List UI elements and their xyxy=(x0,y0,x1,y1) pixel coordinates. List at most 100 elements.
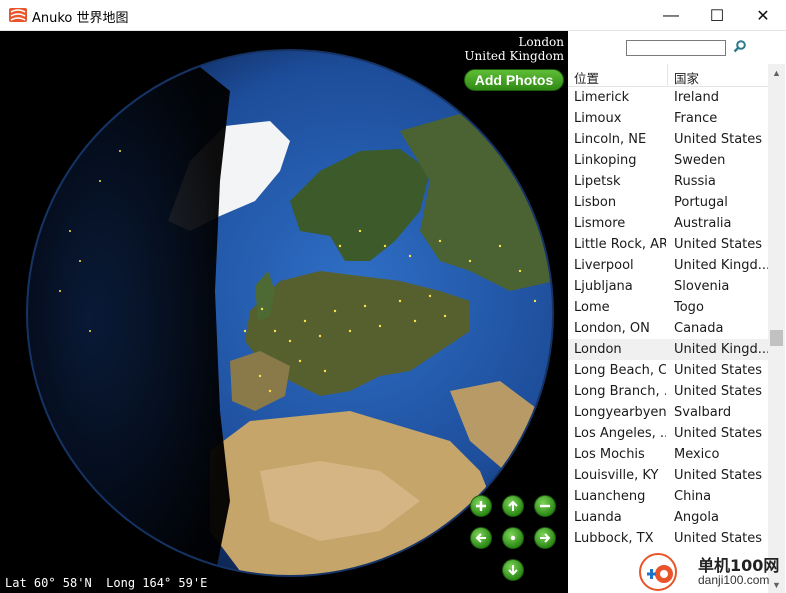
zoom-out-button[interactable] xyxy=(534,495,556,517)
list-item-location: Limoux xyxy=(574,111,622,126)
list-item[interactable]: Limerick Ireland xyxy=(568,87,768,108)
watermark: 单机100网 danji100.com xyxy=(636,550,786,593)
list-item-country: Togo xyxy=(674,300,704,315)
list-item[interactable]: London, ON Canada xyxy=(568,318,768,339)
list-item[interactable]: Long Beach, CA United States xyxy=(568,360,768,381)
pan-left-button[interactable] xyxy=(470,527,492,549)
list-item-location: Lincoln, NE xyxy=(574,132,647,147)
list-item-country: United States xyxy=(674,363,763,378)
list-item-location: Lisbon xyxy=(574,195,617,210)
list-item-location: Lismore xyxy=(574,216,626,231)
list-scrollbar[interactable]: ▲ ▼ xyxy=(768,64,785,593)
zoom-in-icon xyxy=(476,501,486,511)
list-item[interactable]: Lisbon Portugal xyxy=(568,192,768,213)
watermark-line2: danji100.com xyxy=(698,573,770,587)
location-city: London xyxy=(518,35,564,49)
minimize-icon: — xyxy=(663,6,679,24)
globe-view[interactable]: London United Kingdom Add Photos Lat 60°… xyxy=(0,31,568,593)
maximize-button[interactable]: ☐ xyxy=(694,0,740,31)
minimize-button[interactable]: — xyxy=(648,0,694,31)
list-item-country: United States xyxy=(674,384,763,399)
list-item-country: Russia xyxy=(674,174,716,189)
list-item[interactable]: Lismore Australia xyxy=(568,213,768,234)
city-list-panel: 位置 国家 Limerick Ireland Limoux France Lincoln… xyxy=(568,31,786,593)
list-item[interactable]: Long Branch, ... United States xyxy=(568,381,768,402)
list-item[interactable]: Lubbock, TX United States xyxy=(568,528,768,549)
list-item-location: Lome xyxy=(574,300,610,315)
column-header-location[interactable]: 位置 xyxy=(574,68,599,87)
list-item-location: Limerick xyxy=(574,90,630,105)
close-button[interactable]: ✕ xyxy=(740,0,786,31)
list-item-location: Liverpool xyxy=(574,258,634,273)
list-item-country: Sweden xyxy=(674,153,726,168)
list-item[interactable]: Longyearbyen Svalbard xyxy=(568,402,768,423)
list-item[interactable]: Little Rock, AR United States xyxy=(568,234,768,255)
list-item-location: Luanda xyxy=(574,510,622,525)
list-item-country: United States xyxy=(674,531,763,546)
pan-down-button[interactable] xyxy=(502,559,524,581)
scroll-thumb[interactable] xyxy=(770,330,783,347)
list-item[interactable]: Liverpool United Kingd... xyxy=(568,255,768,276)
city-list[interactable]: Limerick Ireland Limoux France Lincoln, NE Un… xyxy=(568,87,768,593)
list-item-location: Luancheng xyxy=(574,489,646,504)
list-item-country: United States xyxy=(674,237,763,252)
search-input[interactable] xyxy=(626,40,726,56)
list-item-location: London, ON xyxy=(574,321,650,336)
list-item-location: Linkoping xyxy=(574,153,637,168)
list-item-location: Longyearbyen xyxy=(574,405,666,420)
zoom-in-button[interactable] xyxy=(470,495,492,517)
location-country: United Kingdom xyxy=(464,49,564,63)
list-item[interactable]: Lipetsk Russia xyxy=(568,171,768,192)
list-item-location: Louisville, KY xyxy=(574,468,659,483)
list-item-country: United Kingd... xyxy=(674,342,768,357)
maximize-icon: ☐ xyxy=(709,7,725,25)
scroll-up-icon[interactable]: ▲ xyxy=(768,64,785,81)
center-button[interactable] xyxy=(502,527,524,549)
list-item-country: Portugal xyxy=(674,195,728,210)
list-item[interactable]: Ljubljana Slovenia xyxy=(568,276,768,297)
add-photos-button[interactable]: Add Photos xyxy=(464,69,564,91)
pan-up-button[interactable] xyxy=(502,495,524,517)
list-item-country: United States xyxy=(674,468,763,483)
list-item-location: Ljubljana xyxy=(574,279,633,294)
list-item[interactable]: London United Kingd... xyxy=(568,339,768,360)
list-item-location: Long Branch, ... xyxy=(574,384,666,399)
pan-right-button[interactable] xyxy=(534,527,556,549)
list-item-country: Canada xyxy=(674,321,724,336)
arrow-up-icon xyxy=(508,500,518,511)
list-item-country: United States xyxy=(674,132,763,147)
list-item[interactable]: Los Mochis Mexico xyxy=(568,444,768,465)
center-icon xyxy=(510,535,516,541)
list-item[interactable]: Lome Togo xyxy=(568,297,768,318)
column-header-country[interactable]: 国家 xyxy=(674,68,699,87)
list-item[interactable]: Linkoping Sweden xyxy=(568,150,768,171)
title-bar: Anuko 世界地图 — ☐ ✕ xyxy=(0,0,786,31)
list-item-country: Australia xyxy=(674,216,732,231)
list-header: 位置 国家 xyxy=(568,64,768,87)
header-divider[interactable] xyxy=(667,64,668,87)
list-item-location: Los Mochis xyxy=(574,447,645,462)
watermark-logo-icon xyxy=(639,553,677,591)
list-item[interactable]: Lincoln, NE United States xyxy=(568,129,768,150)
list-item[interactable]: Luancheng China xyxy=(568,486,768,507)
arrow-right-icon xyxy=(540,533,551,543)
list-item-location: London xyxy=(574,342,622,357)
location-label: London United Kingdom xyxy=(464,35,564,63)
list-item[interactable]: Los Angeles, ... United States xyxy=(568,423,768,444)
list-item-country: United Kingd... xyxy=(674,258,768,273)
app-logo-icon xyxy=(9,8,27,22)
list-item-location: Los Angeles, ... xyxy=(574,426,666,441)
list-item-country: Mexico xyxy=(674,447,720,462)
list-item-location: Lubbock, TX xyxy=(574,531,654,546)
arrow-left-icon xyxy=(475,533,486,543)
list-item[interactable]: Louisville, KY United States xyxy=(568,465,768,486)
list-item-location: Little Rock, AR xyxy=(574,237,666,252)
list-item-country: United States xyxy=(674,426,763,441)
list-item-country: France xyxy=(674,111,718,126)
list-item[interactable]: Limoux France xyxy=(568,108,768,129)
search-icon[interactable] xyxy=(733,39,747,53)
list-item-country: Svalbard xyxy=(674,405,732,420)
list-item[interactable]: Luanda Angola xyxy=(568,507,768,528)
list-item-country: Slovenia xyxy=(674,279,730,294)
list-item-country: Angola xyxy=(674,510,719,525)
